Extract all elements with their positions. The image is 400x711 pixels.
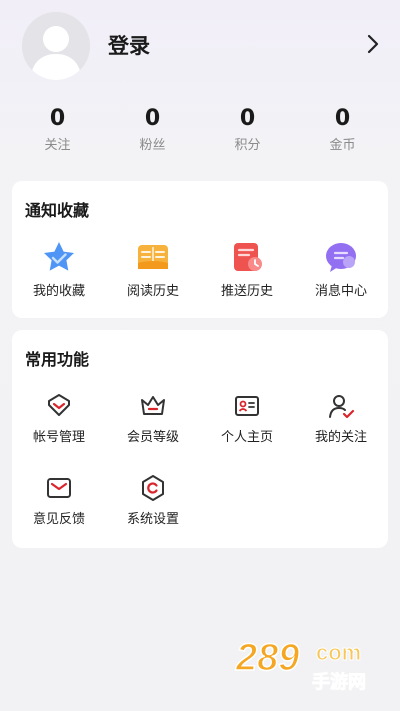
item-label: 意见反馈 <box>32 512 85 527</box>
crown-icon <box>138 391 168 421</box>
follow-icon <box>326 391 356 421</box>
stat-value: 0 <box>239 106 256 131</box>
item-label: 我的关注 <box>314 430 367 445</box>
avatar[interactable] <box>22 12 90 80</box>
push-history-icon <box>229 239 265 275</box>
stat-value: 0 <box>334 106 351 131</box>
stat-label: 积分 <box>234 138 261 153</box>
profile-header[interactable]: 登录 <box>0 0 400 92</box>
section-title: 通知收藏 <box>25 201 90 220</box>
stat-coins[interactable]: 0 金币 <box>295 104 390 164</box>
common-functions-card: 常用功能 帐号管理 会员等级 个人主页 我的关注 意见反馈 系统设置 <box>12 330 388 548</box>
id-card-icon <box>232 391 262 421</box>
item-label: 消息中心 <box>314 284 367 299</box>
feedback-item[interactable]: 意见反馈 <box>12 470 106 529</box>
settings-icon <box>138 473 168 503</box>
item-label: 推送历史 <box>220 284 273 299</box>
stat-value: 0 <box>144 106 161 131</box>
section-title: 常用功能 <box>25 350 90 369</box>
member-level-item[interactable]: 会员等级 <box>106 388 200 447</box>
book-icon <box>135 239 171 275</box>
default-avatar-icon <box>22 12 90 80</box>
star-icon <box>41 239 77 275</box>
stat-fans[interactable]: 0 粉丝 <box>105 104 200 164</box>
watermark-brand: 289 <box>235 637 299 679</box>
stat-label: 金币 <box>329 138 356 153</box>
notify-favorites-card: 通知收藏 我的收藏 阅读历史 推送历史 消息中心 <box>12 181 388 318</box>
stat-label: 关注 <box>44 138 71 153</box>
login-button[interactable]: 登录 <box>108 30 150 60</box>
account-icon <box>44 391 74 421</box>
profile-stats: 0 关注 0 粉丝 0 积分 0 金币 <box>0 104 400 164</box>
account-management-item[interactable]: 帐号管理 <box>12 388 106 447</box>
item-label: 系统设置 <box>126 512 179 527</box>
message-icon <box>323 239 359 275</box>
push-history-item[interactable]: 推送历史 <box>200 239 294 301</box>
watermark-subtitle: 手游网 <box>312 671 366 693</box>
feedback-icon <box>44 473 74 503</box>
personal-homepage-item[interactable]: 个人主页 <box>200 388 294 447</box>
stat-following[interactable]: 0 关注 <box>10 104 105 164</box>
system-settings-item[interactable]: 系统设置 <box>106 470 200 529</box>
functions-grid-row-2: 意见反馈 系统设置 <box>12 470 388 529</box>
stat-points[interactable]: 0 积分 <box>200 104 295 164</box>
my-favorites-item[interactable]: 我的收藏 <box>12 239 106 301</box>
item-label: 阅读历史 <box>126 284 179 299</box>
functions-grid-row-1: 帐号管理 会员等级 个人主页 我的关注 <box>12 388 388 447</box>
reading-history-item[interactable]: 阅读历史 <box>106 239 200 301</box>
message-center-item[interactable]: 消息中心 <box>294 239 388 301</box>
site-watermark: 289 com 手游网 <box>232 632 382 696</box>
my-following-item[interactable]: 我的关注 <box>294 388 388 447</box>
item-label: 我的收藏 <box>32 284 85 299</box>
stat-value: 0 <box>49 106 66 131</box>
item-label: 个人主页 <box>220 430 273 445</box>
item-label: 会员等级 <box>126 430 179 445</box>
item-label: 帐号管理 <box>32 430 85 445</box>
stat-label: 粉丝 <box>139 138 166 153</box>
chevron-right-icon[interactable] <box>366 33 380 55</box>
notify-grid: 我的收藏 阅读历史 推送历史 消息中心 <box>12 239 388 301</box>
watermark-suffix: com <box>316 640 361 665</box>
